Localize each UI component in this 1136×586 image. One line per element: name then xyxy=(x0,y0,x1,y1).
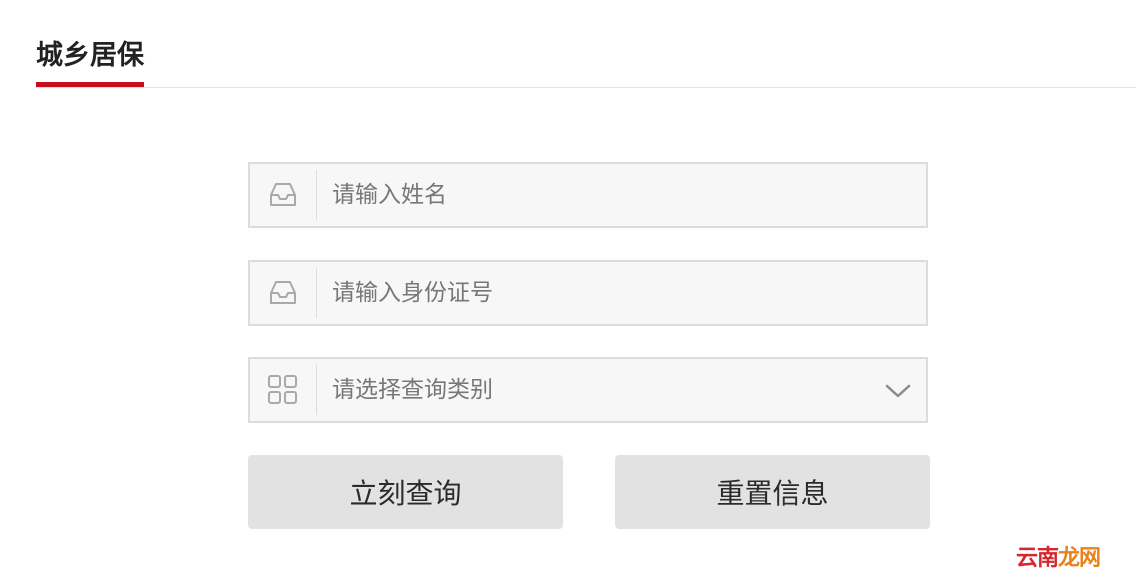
field-divider xyxy=(316,268,317,318)
reset-button[interactable]: 重置信息 xyxy=(615,455,930,529)
page-title: 城乡居保 xyxy=(36,38,144,87)
id-number-input[interactable] xyxy=(332,262,892,324)
chevron-down-icon[interactable] xyxy=(884,377,912,405)
category-select[interactable]: 请选择查询类别 xyxy=(248,357,928,423)
id-number-field[interactable] xyxy=(248,260,928,326)
name-field[interactable] xyxy=(248,162,928,228)
watermark-char: 南 xyxy=(1036,546,1059,571)
site-watermark: 云南龙网 xyxy=(1015,540,1101,572)
category-select-placeholder: 请选择查询类别 xyxy=(332,377,493,403)
watermark-char: 龙 xyxy=(1057,546,1080,571)
field-divider xyxy=(316,365,317,415)
name-input[interactable] xyxy=(332,164,892,226)
inbox-icon xyxy=(250,164,316,226)
inbox-icon xyxy=(250,262,316,324)
watermark-char: 网 xyxy=(1078,546,1101,571)
grid-icon xyxy=(250,359,316,421)
watermark-char: 云 xyxy=(1015,546,1038,571)
field-divider xyxy=(316,170,317,220)
page: 城乡居保 请输入姓名 请输入身份证号 请选择查询类别 立刻查询 重置信息 云南龙… xyxy=(0,0,1136,586)
header: 城乡居保 xyxy=(36,0,1136,88)
query-button[interactable]: 立刻查询 xyxy=(248,455,563,529)
